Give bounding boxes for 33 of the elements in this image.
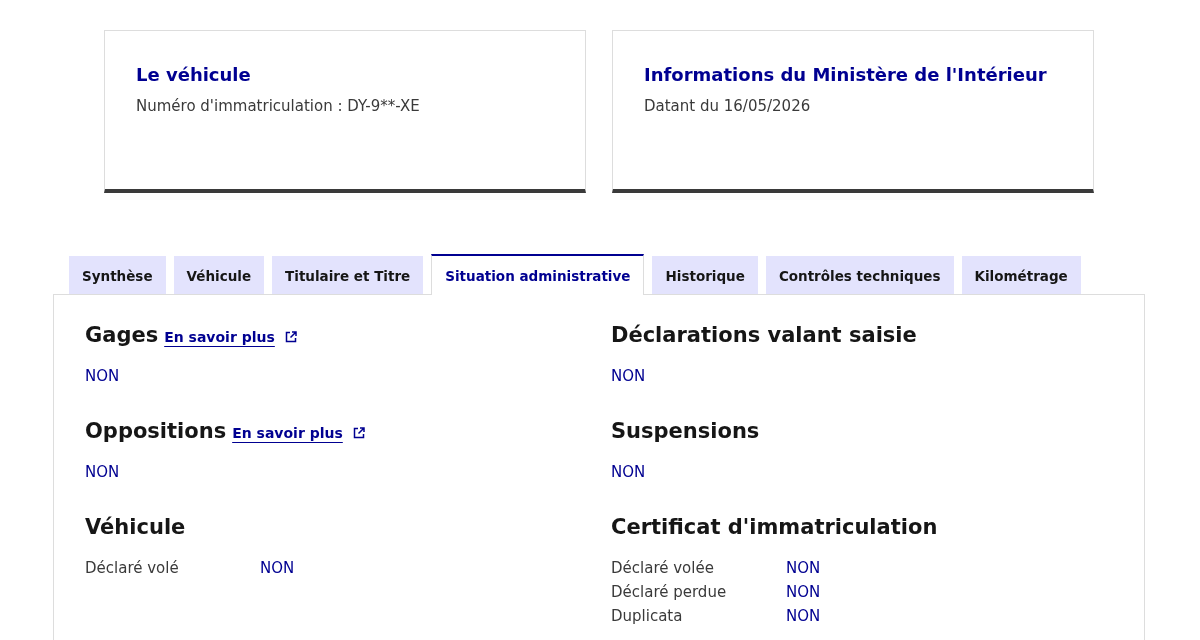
status-value: NON	[85, 463, 121, 481]
tab[interactable]: Situation administrative	[431, 254, 645, 295]
tab[interactable]: Titulaire et Titre	[272, 256, 424, 294]
field-label: Déclaré volée	[611, 559, 715, 577]
status-value: NON	[786, 607, 821, 625]
card-text: Datant du 16/05/2026	[644, 97, 812, 115]
field-label: Déclaré perdue	[611, 583, 728, 601]
learn-more-link[interactable]: En savoir plus	[232, 425, 365, 441]
section-title: Véhicule	[85, 515, 186, 539]
section-title: Gages	[85, 323, 159, 347]
section-title: Oppositions	[85, 419, 227, 443]
field-label: Duplicata	[611, 607, 684, 625]
external-link-icon	[352, 427, 365, 439]
status-value: NON	[786, 583, 821, 601]
field-label: Déclaré volé	[85, 559, 180, 577]
card-title: Le véhicule	[136, 64, 252, 85]
tab[interactable]: Véhicule	[173, 256, 265, 294]
status-value: NON	[786, 559, 821, 577]
external-link-icon	[284, 331, 297, 343]
section-title: Suspensions	[611, 419, 760, 443]
status-value: NON	[85, 367, 121, 385]
learn-more-link[interactable]: En savoir plus	[164, 329, 297, 345]
status-value: NON	[611, 463, 647, 481]
tab[interactable]: Kilométrage	[961, 256, 1081, 294]
status-value: NON	[260, 559, 295, 577]
card-text: Numéro d'immatriculation : DY-9**-XE	[136, 97, 421, 115]
tab[interactable]: Synthèse	[69, 256, 166, 294]
section-title: Certificat d'immatriculation	[611, 515, 938, 539]
tab[interactable]: Contrôles techniques	[765, 256, 954, 294]
tab[interactable]: Historique	[652, 256, 758, 294]
status-value: NON	[611, 367, 647, 385]
section-title: Déclarations valant saisie	[611, 323, 917, 347]
card-title: Informations du Ministère de l'Intérieur	[644, 64, 1048, 85]
